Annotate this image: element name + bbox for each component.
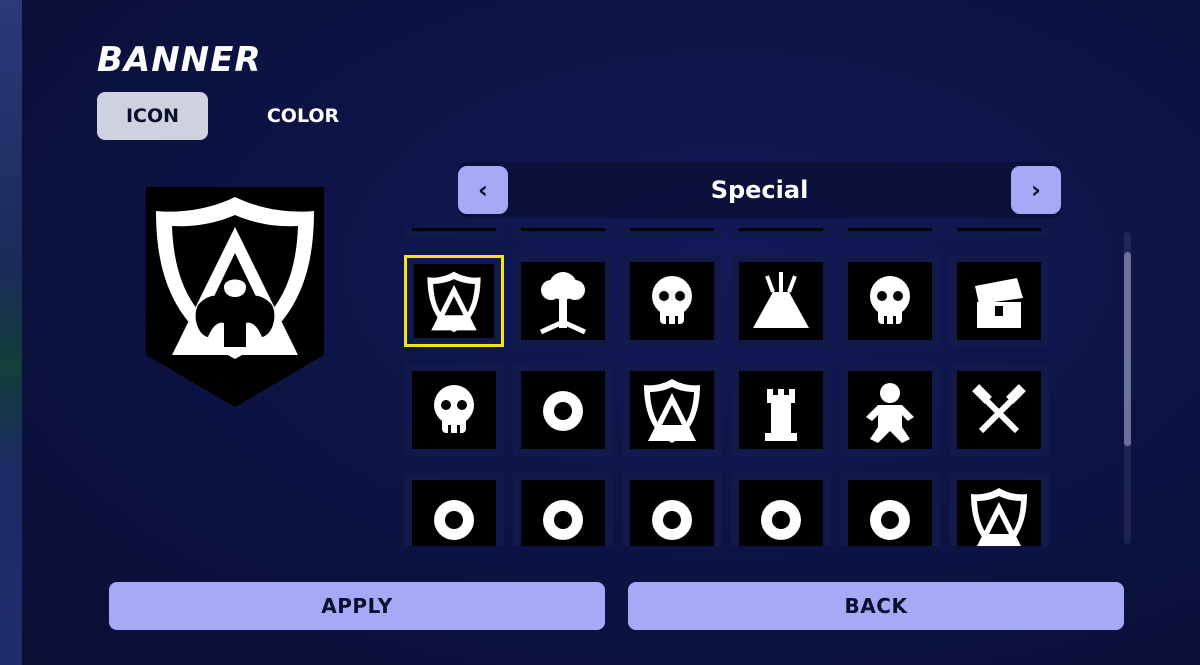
icon-tile[interactable] — [513, 255, 613, 347]
shield-triangle-muscle-icon — [414, 264, 494, 338]
icon-tile[interactable] — [840, 255, 940, 347]
crossed-hammers-icon — [957, 371, 1041, 449]
scrollbar-thumb[interactable] — [1124, 252, 1131, 446]
volcano-icon — [739, 262, 823, 340]
prev-category-button[interactable]: ‹ — [458, 166, 508, 214]
icon-tile[interactable] — [949, 228, 1049, 238]
icon-tile[interactable] — [404, 364, 504, 456]
skull-crossbones-icon — [739, 228, 823, 231]
gingerbread-man-icon — [848, 371, 932, 449]
icon-tile[interactable] — [622, 473, 722, 546]
icon-tile[interactable] — [840, 228, 940, 238]
category-selector: ‹ Special › — [458, 162, 1061, 218]
icon-tile[interactable] — [949, 473, 1049, 546]
flame-cannon-icon — [412, 228, 496, 231]
snow-slope-icon — [521, 228, 605, 231]
banner-preview — [146, 187, 324, 407]
tab-icon[interactable]: ICON — [97, 92, 208, 140]
treasure-chest-icon — [957, 262, 1041, 340]
icon-tile[interactable] — [622, 364, 722, 456]
background-edge — [0, 0, 22, 665]
page-title: BANNER — [97, 40, 262, 80]
icon-grid-viewport — [404, 228, 1054, 546]
swirl-icon — [412, 480, 496, 546]
icon-grid — [404, 228, 1049, 546]
icon-tile[interactable] — [731, 255, 831, 347]
shield-triangle-muscle-icon — [146, 187, 324, 407]
skull-icon — [412, 371, 496, 449]
rook-tower-icon — [739, 371, 823, 449]
tab-color[interactable]: COLOR — [247, 92, 359, 140]
banner-icon — [521, 480, 605, 546]
icon-tile[interactable] — [949, 255, 1049, 347]
icon-tile[interactable] — [622, 228, 722, 238]
category-label: Special — [710, 176, 809, 204]
icon-tile[interactable] — [513, 228, 613, 238]
bear-trap-icon — [521, 371, 605, 449]
sparks-icon — [739, 480, 823, 546]
apply-button[interactable]: APPLY — [109, 582, 605, 630]
triple-skulls-icon — [630, 262, 714, 340]
next-category-button[interactable]: › — [1011, 166, 1061, 214]
icon-tile[interactable] — [731, 473, 831, 546]
icon-tile[interactable] — [949, 364, 1049, 456]
icon-tile[interactable] — [404, 473, 504, 546]
icicles-icon — [848, 228, 932, 231]
icon-tile[interactable] — [731, 364, 831, 456]
icon-tile[interactable] — [513, 473, 613, 546]
splatter-icon — [630, 480, 714, 546]
shield-triangle-deer-icon — [630, 371, 714, 449]
icon-tile[interactable] — [731, 228, 831, 238]
icon-tile[interactable] — [513, 364, 613, 456]
back-button[interactable]: BACK — [628, 582, 1124, 630]
mushroom-cloud-icon — [521, 262, 605, 340]
shield-triangle-icon — [630, 228, 714, 231]
icon-tile[interactable] — [840, 364, 940, 456]
icon-tile[interactable] — [622, 255, 722, 347]
zombie-heads-icon — [848, 262, 932, 340]
icon-tile[interactable] — [404, 228, 504, 238]
haunted-house-icon — [957, 228, 1041, 231]
grin-icon — [848, 480, 932, 546]
icon-tile[interactable] — [840, 473, 940, 546]
chevron-left-icon: ‹ — [478, 176, 488, 204]
chevron-right-icon: › — [1031, 176, 1041, 204]
shield-icon — [957, 480, 1041, 546]
icon-tile[interactable] — [404, 255, 504, 347]
